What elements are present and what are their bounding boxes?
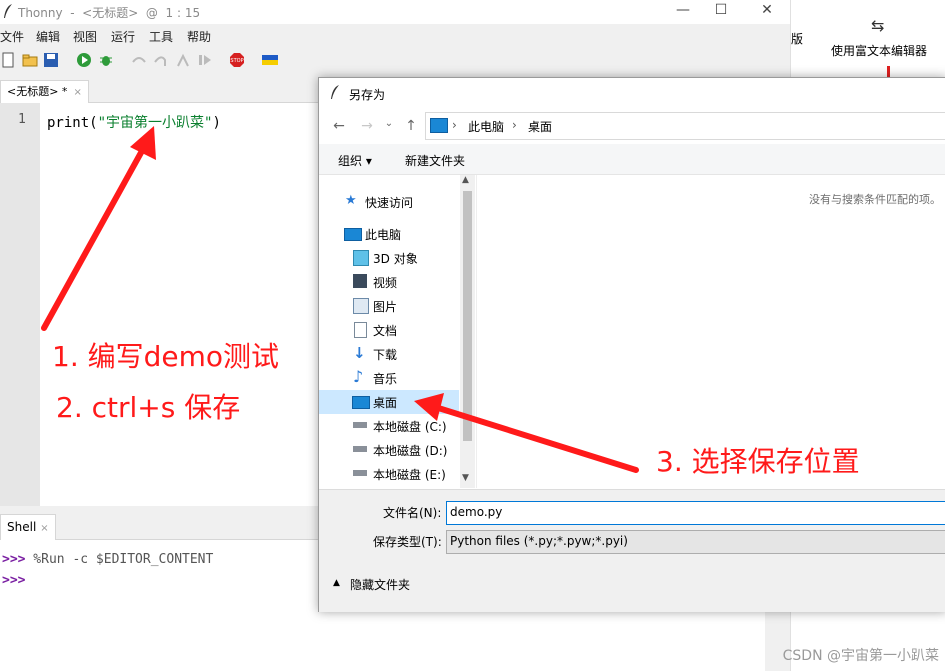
annotation-step1: 1. 编写demo测试: [52, 340, 280, 373]
arrow-to-desktop: [429, 403, 639, 473]
watermark: CSDN @宇宙第一小趴菜: [782, 648, 939, 664]
annotation-step2: 2. ctrl+s 保存: [56, 391, 241, 424]
arrowhead-icon: [414, 393, 444, 421]
annotation-step3: 3. 选择保存位置: [656, 445, 860, 478]
arrow-to-code: [41, 137, 151, 331]
